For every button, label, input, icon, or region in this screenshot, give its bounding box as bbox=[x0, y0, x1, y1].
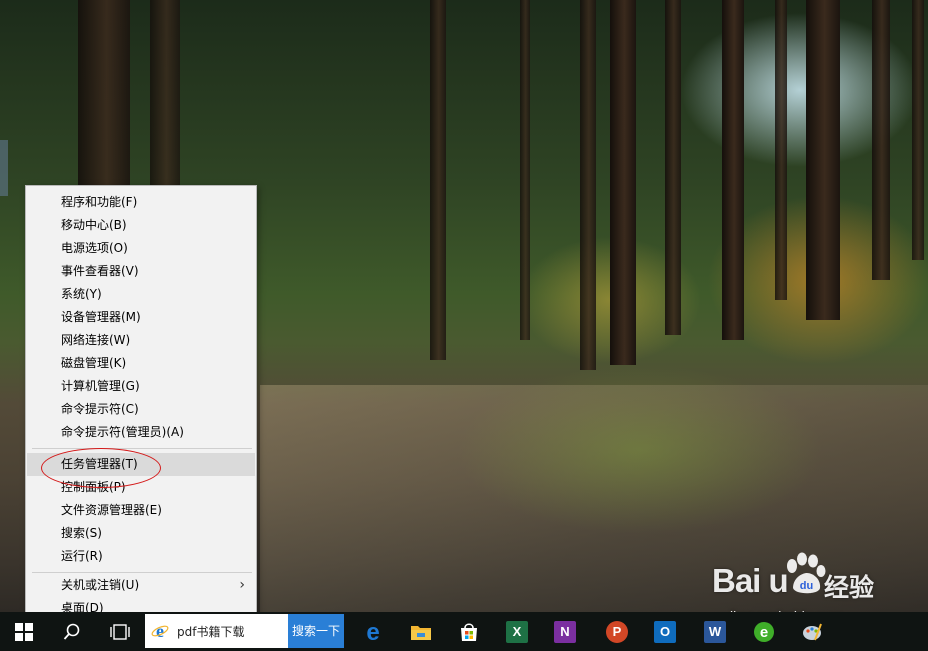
menu-item-computer-management[interactable]: 计算机管理(G) bbox=[27, 375, 255, 398]
ie-logo-icon: e bbox=[151, 622, 169, 640]
taskbar-app-outlook[interactable]: O bbox=[643, 612, 687, 651]
start-button[interactable] bbox=[2, 612, 46, 651]
powerpoint-icon: P bbox=[606, 620, 628, 643]
taskbar-search-input[interactable]: e pdf书籍下载 bbox=[145, 614, 288, 648]
outlook-icon: O bbox=[654, 620, 676, 643]
menu-separator bbox=[32, 572, 252, 573]
chevron-right-icon: › bbox=[239, 577, 245, 593]
tree-trunk bbox=[872, 0, 890, 280]
browser-360-icon: e bbox=[754, 621, 774, 642]
edge-icon: e bbox=[366, 621, 379, 643]
windows-logo-icon bbox=[15, 622, 33, 641]
taskbar-app-store[interactable] bbox=[447, 612, 491, 651]
watermark-logo-text: Bai u bbox=[712, 562, 789, 599]
winx-context-menu: 程序和功能(F) 移动中心(B) 电源选项(O) 事件查看器(V) 系统(Y) … bbox=[25, 185, 257, 621]
menu-item-power-options[interactable]: 电源选项(O) bbox=[27, 237, 255, 260]
menu-item-command-prompt[interactable]: 命令提示符(C) bbox=[27, 398, 255, 421]
menu-item-run[interactable]: 运行(R) bbox=[27, 545, 255, 568]
taskbar-app-paint[interactable] bbox=[790, 612, 834, 651]
menu-item-disk-management[interactable]: 磁盘管理(K) bbox=[27, 352, 255, 375]
folder-icon bbox=[411, 625, 431, 640]
onenote-icon: N bbox=[554, 620, 576, 643]
taskbar-app-edge[interactable]: e bbox=[351, 612, 395, 651]
menu-item-network-connections[interactable]: 网络连接(W) bbox=[27, 329, 255, 352]
baidu-paw-icon: du bbox=[787, 552, 826, 594]
menu-item-device-manager[interactable]: 设备管理器(M) bbox=[27, 306, 255, 329]
svg-text:e: e bbox=[156, 622, 164, 640]
tree-trunk bbox=[610, 0, 636, 365]
cortana-search-button[interactable] bbox=[50, 612, 94, 651]
taskbar-app-360-browser[interactable]: e bbox=[742, 612, 786, 651]
taskbar-app-word[interactable]: W bbox=[693, 612, 737, 651]
taskbar-app-file-explorer[interactable] bbox=[399, 612, 443, 651]
annotation-ellipse-task-manager bbox=[41, 448, 161, 488]
task-view-button[interactable] bbox=[98, 612, 142, 651]
tree-trunk bbox=[580, 0, 596, 370]
menu-item-programs-features[interactable]: 程序和功能(F) bbox=[27, 191, 255, 214]
svg-text:du: du bbox=[800, 580, 813, 592]
menu-item-shutdown-signout[interactable]: 关机或注销(U) › bbox=[27, 574, 255, 597]
desktop-edge-indicator bbox=[0, 140, 8, 196]
menu-separator bbox=[32, 448, 252, 449]
excel-icon: X bbox=[506, 620, 528, 643]
menu-item-search[interactable]: 搜索(S) bbox=[27, 522, 255, 545]
svg-text:e: e bbox=[366, 621, 379, 643]
store-icon bbox=[461, 622, 477, 641]
search-submit-button[interactable]: 搜索一下 bbox=[288, 614, 344, 648]
search-icon bbox=[63, 623, 80, 640]
tree-trunk bbox=[806, 0, 840, 320]
tree-trunk bbox=[665, 0, 681, 335]
taskbar: e pdf书籍下载 搜索一下 e X N P O W e bbox=[0, 612, 928, 651]
word-icon: W bbox=[704, 620, 726, 643]
paint-palette-icon bbox=[803, 623, 822, 640]
menu-item-system[interactable]: 系统(Y) bbox=[27, 283, 255, 306]
search-query-text: pdf书籍下载 bbox=[177, 624, 245, 639]
svg-text:e: e bbox=[760, 624, 768, 641]
taskbar-app-onenote[interactable]: N bbox=[543, 612, 587, 651]
taskbar-app-excel[interactable]: X bbox=[495, 612, 539, 651]
task-view-icon bbox=[110, 623, 130, 640]
tree-trunk bbox=[775, 0, 787, 300]
menu-item-mobility-center[interactable]: 移动中心(B) bbox=[27, 214, 255, 237]
menu-item-command-prompt-admin[interactable]: 命令提示符(管理员)(A) bbox=[27, 421, 255, 444]
tree-trunk bbox=[430, 0, 446, 360]
tree-trunk bbox=[520, 0, 530, 340]
taskbar-app-powerpoint[interactable]: P bbox=[595, 612, 639, 651]
watermark-jingyan-text: 经验 bbox=[824, 573, 875, 602]
tree-trunk bbox=[912, 0, 924, 260]
menu-item-event-viewer[interactable]: 事件查看器(V) bbox=[27, 260, 255, 283]
tree-trunk bbox=[722, 0, 744, 340]
menu-item-file-explorer[interactable]: 文件资源管理器(E) bbox=[27, 499, 255, 522]
